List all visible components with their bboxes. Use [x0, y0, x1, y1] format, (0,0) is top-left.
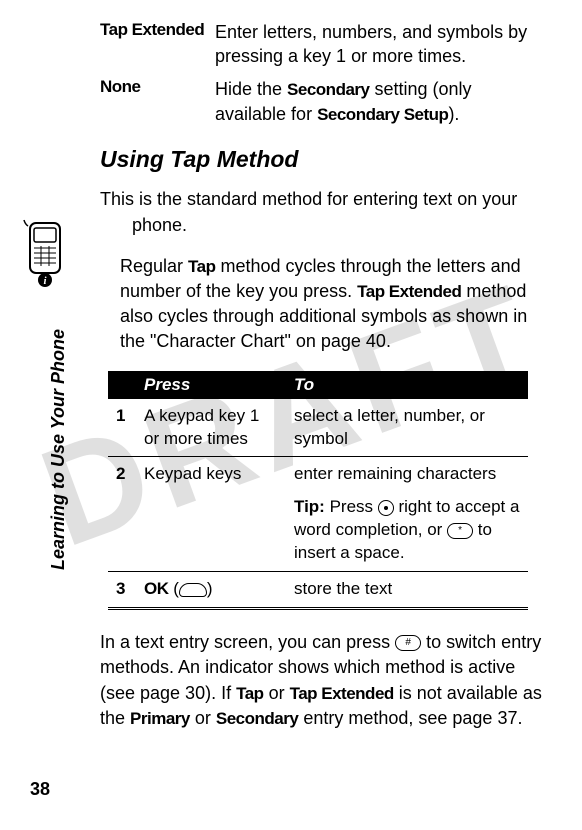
definition-description: Hide the Secondary setting (only availab… — [215, 77, 542, 127]
text: or — [264, 683, 290, 703]
definition-row: Tap Extended Enter letters, numbers, and… — [100, 20, 542, 69]
definition-term: None — [100, 77, 215, 127]
row-number: 3 — [108, 572, 136, 609]
bold-term: Secondary — [287, 80, 369, 99]
nav-key-icon — [378, 500, 394, 516]
definition-term: Tap Extended — [100, 20, 215, 69]
table-header-num — [108, 371, 136, 399]
tip-block: Tip: Press right to accept a word comple… — [294, 496, 520, 565]
page-number: 38 — [30, 779, 50, 800]
table-row: 1 A keypad key 1 or more times select a … — [108, 399, 528, 457]
to-cell: enter remaining characters Tip: Press ri… — [286, 457, 528, 572]
bold-term: Tap Extended — [290, 684, 394, 703]
text: Regular — [120, 256, 188, 276]
row-number: 2 — [108, 457, 136, 572]
press-cell: A keypad key 1 or more times — [136, 399, 286, 457]
bold-term: Secondary — [216, 709, 298, 728]
to-cell: select a letter, number, or symbol — [286, 399, 528, 457]
paragraph-info: Regular Tap method cycles through the le… — [120, 254, 542, 355]
table-row: 3 OK () store the text — [108, 572, 528, 609]
text: ( — [169, 579, 179, 598]
text: ) — [207, 579, 213, 598]
bold-term: Secondary Setup — [317, 105, 448, 124]
text: or — [190, 708, 216, 728]
bold-term: Tap — [236, 684, 263, 703]
table-header-to: To — [286, 371, 528, 399]
hash-key-icon: # — [395, 635, 421, 651]
definition-row: None Hide the Secondary setting (only av… — [100, 77, 542, 127]
to-cell: store the text — [286, 572, 528, 609]
text: In a text entry screen, you can press — [100, 632, 395, 652]
page-content: Tap Extended Enter letters, numbers, and… — [0, 0, 582, 767]
definition-description: Enter letters, numbers, and symbols by p… — [215, 20, 542, 69]
text: enter remaining characters — [294, 463, 520, 486]
star-key-icon: * — [447, 523, 473, 539]
definitions-list: Tap Extended Enter letters, numbers, and… — [100, 20, 542, 126]
press-cell: OK () — [136, 572, 286, 609]
table-header-press: Press — [136, 371, 286, 399]
heading-using-tap-method: Using Tap Method — [100, 146, 542, 173]
paragraph-intro: This is the standard method for entering… — [100, 187, 542, 237]
press-cell: Keypad keys — [136, 457, 286, 572]
text: Hide the — [215, 79, 287, 99]
text: entry method, see page 37. — [298, 708, 522, 728]
text: ). — [448, 104, 459, 124]
bold-term: Tap — [188, 257, 215, 276]
tip-label: Tip: — [294, 497, 325, 516]
table-row: 2 Keypad keys enter remaining characters… — [108, 457, 528, 572]
bold-term: Tap Extended — [357, 282, 461, 301]
softkey-icon — [179, 583, 207, 597]
row-number: 1 — [108, 399, 136, 457]
bold-term: Primary — [130, 709, 190, 728]
text: Press — [325, 497, 378, 516]
paragraph-footer: In a text entry screen, you can press # … — [100, 630, 542, 731]
bold-term: OK — [144, 579, 169, 598]
press-to-table: Press To 1 A keypad key 1 or more times … — [108, 371, 528, 611]
